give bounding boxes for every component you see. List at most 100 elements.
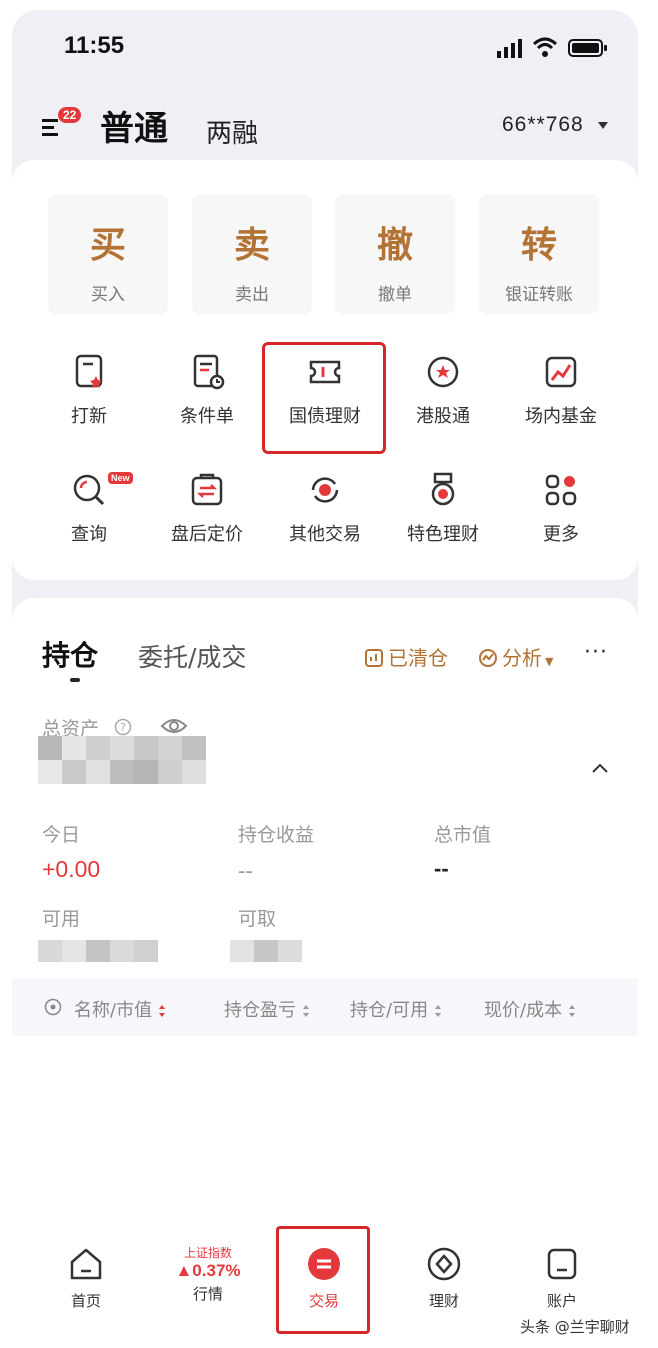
grid-label: 其他交易 [289,524,361,545]
caret-down-icon: ▼ [545,655,554,668]
tab-account[interactable]: 账户 [512,1244,612,1311]
query-icon [73,474,105,506]
tab-label: 账户 [546,1292,577,1310]
buy-glyph: 买 [89,225,126,266]
tab-indicator [70,678,80,682]
tab-wealth[interactable]: 理财 [394,1244,494,1311]
trade-actions-card: 买 买入 卖 卖出 撤 撤单 转 银证转账 打新 条件单 国债理财 港股通 场内… [12,160,638,580]
tab-positions[interactable]: 持仓 [42,634,98,674]
tab-label: 理财 [428,1292,459,1310]
eye-icon[interactable] [160,716,188,736]
index-change: ▲0.37% [175,1261,241,1280]
chevron-up-icon[interactable] [590,762,610,774]
market-value-label: 总市值 [434,824,492,846]
help-icon[interactable]: ? [114,718,132,736]
today-label: 今日 [42,824,81,846]
col-label: 名称/市值 [74,1000,153,1021]
account-icon [547,1248,577,1280]
analysis-label: 分析 [502,646,542,670]
blurred-total-assets [38,736,206,784]
highlight-box [262,342,386,454]
caret-down-icon[interactable] [598,122,608,129]
sort-icon [569,1005,576,1017]
buy-label: 买入 [91,285,125,305]
blurred-available [38,940,158,962]
cancel-order-button[interactable]: 撤 撤单 [335,194,455,314]
refresh-yen-icon [311,477,339,503]
apps-icon [545,474,577,506]
more-options-button[interactable]: ··· [584,640,608,665]
medal-icon [431,472,455,506]
grid-label: 场内基金 [525,406,597,427]
hk-flower-icon [427,356,459,388]
transfer-label: 银证转账 [505,285,573,305]
grid-label: 条件单 [180,406,234,427]
positions-table-header: 名称/市值 持仓盈亏 持仓/可用 现价/成本 [12,978,638,1036]
certificate-icon [75,354,103,388]
battery-icon [568,39,607,57]
tab-margin[interactable]: 两融 [206,113,258,150]
watermark: 头条 @兰宇聊财 [520,1318,630,1336]
grid-exchange-fund[interactable]: 场内基金 [506,352,616,442]
exchange-bag-icon [191,473,223,506]
highlight-box [276,1226,370,1334]
tab-market[interactable]: 上证指数 ▲0.37% 行情 [158,1242,258,1304]
transfer-glyph: 转 [520,225,557,266]
grid-label: 盘后定价 [171,524,243,545]
grid-label: 特色理财 [407,524,479,545]
col-label: 持仓盈亏 [224,1000,296,1021]
grid-after-hours[interactable]: 盘后定价 [152,470,262,560]
sell-button[interactable]: 卖 卖出 [192,194,312,314]
holding-profit-label: 持仓收益 [238,824,315,846]
transfer-button[interactable]: 转 银证转账 [479,194,599,314]
buy-button[interactable]: 买 买入 [48,194,168,314]
grid-query[interactable]: New 查询 [34,470,144,560]
col-price-cost[interactable]: 现价/成本 [484,996,576,1022]
sort-icon [159,1005,166,1017]
sort-icon [303,1005,309,1017]
phone-screen: 11:55 22 普通 两融 66**768 买 买入 卖 卖出 撤 撤单 转 … [12,10,638,1340]
cancel-label: 撤单 [378,285,412,305]
grid-label: 更多 [543,524,579,545]
svg-text:?: ? [120,721,126,734]
sort-icon [435,1005,442,1017]
grid-other-trade[interactable]: 其他交易 [270,470,380,560]
col-holding-available[interactable]: 持仓/可用 [350,996,442,1022]
cancel-glyph: 撤 [376,225,413,266]
grid-label: 港股通 [416,406,470,427]
analysis-button[interactable]: 分析 ▼ [478,642,553,671]
grid-more[interactable]: 更多 [506,470,616,560]
tab-label: 行情 [192,1285,223,1303]
tab-home[interactable]: 首页 [36,1244,136,1311]
grid-label: 查询 [71,524,107,545]
message-badge: 22 [58,107,82,123]
analysis-icon [479,649,497,667]
status-time: 11:55 [64,32,125,59]
tab-orders[interactable]: 委托/成交 [138,638,246,674]
grid-conditional-order[interactable]: 条件单 [152,352,262,442]
col-holding-profit[interactable]: 持仓盈亏 [224,996,310,1022]
tab-label: 首页 [70,1292,101,1310]
today-value: +0.00 [42,856,101,882]
sell-glyph: 卖 [233,225,270,266]
cleared-button[interactable]: 已清仓 [364,642,448,671]
wifi-icon [532,37,558,57]
cleared-label: 已清仓 [388,646,448,670]
grid-hk-connect[interactable]: 港股通 [388,352,498,442]
holding-profit-value: -- [238,858,253,883]
new-tag: New [108,472,133,484]
col-name-value[interactable]: 名称/市值 [74,996,166,1022]
grid-ipo[interactable]: 打新 [34,352,144,442]
target-icon[interactable] [44,998,62,1016]
fund-chart-icon [545,356,577,388]
col-label: 现价/成本 [484,1000,563,1021]
sell-label: 卖出 [235,285,269,305]
grid-featured-wealth[interactable]: 特色理财 [388,470,498,560]
top-bar: 22 普通 两融 66**768 [12,95,638,155]
blurred-withdrawable [230,940,302,962]
market-value-value: -- [434,856,449,881]
tab-normal[interactable]: 普通 [100,101,168,150]
account-selector[interactable]: 66**768 [502,113,584,137]
grid-label: 打新 [71,406,107,427]
index-name: 上证指数 [183,1246,232,1260]
